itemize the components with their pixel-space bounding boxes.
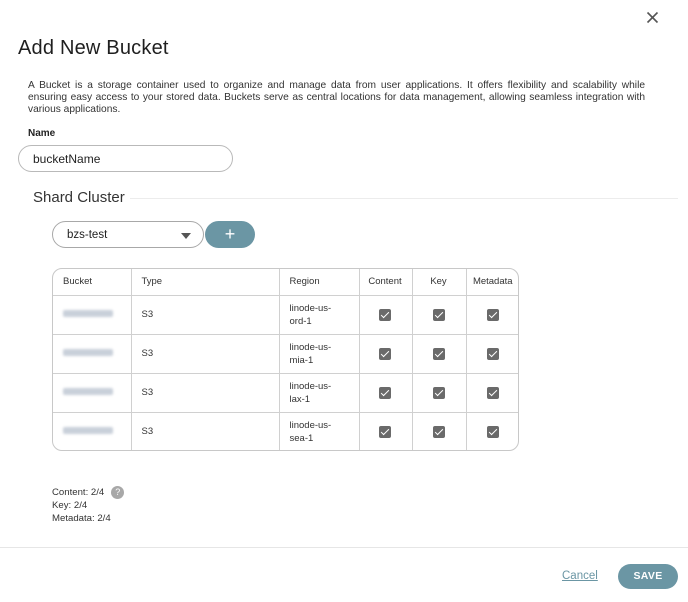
metadata-checkbox[interactable] (486, 386, 499, 399)
type-cell: S3 (131, 412, 280, 450)
content-checkbox[interactable] (379, 386, 391, 399)
chevron-down-icon (181, 233, 191, 239)
buckets-table: Bucket Type Region Content Key Metadata … (52, 268, 519, 451)
save-button[interactable]: SAVE (618, 564, 678, 589)
table-row: S3 linode-us-sea-1 (53, 412, 518, 450)
shard-cluster-title: Shard Cluster (33, 189, 125, 206)
table-row: S3 linode-us-ord-1 (53, 295, 518, 335)
metadata-checkbox[interactable] (486, 425, 499, 438)
region-cell: linode-us-sea-1 (289, 419, 332, 444)
plus-icon: + (224, 223, 236, 244)
shard-cluster-select[interactable]: bzs-test (52, 221, 204, 248)
key-checkbox[interactable] (432, 308, 445, 321)
type-cell: S3 (131, 334, 280, 374)
bucket-name-input[interactable] (18, 145, 233, 172)
type-cell: S3 (131, 373, 280, 413)
header-content: Content (359, 269, 413, 296)
dialog-description: A Bucket is a storage container used to … (28, 80, 645, 116)
key-checkbox[interactable] (432, 386, 445, 399)
add-cluster-button[interactable]: + (205, 221, 255, 248)
header-key: Key (412, 269, 467, 296)
type-cell: S3 (131, 295, 280, 335)
key-checkbox[interactable] (432, 347, 445, 360)
bucket-name-redacted (63, 349, 113, 356)
metadata-checkbox[interactable] (486, 308, 499, 321)
content-checkbox[interactable] (379, 425, 391, 438)
table-header-row: Bucket Type Region Content Key Metadata (53, 269, 518, 296)
cancel-button[interactable]: Cancel (562, 570, 598, 582)
content-checkbox[interactable] (379, 347, 391, 360)
header-region: Region (279, 269, 360, 296)
key-checkbox[interactable] (432, 425, 445, 438)
table-row: S3 linode-us-lax-1 (53, 373, 518, 413)
name-label: Name (28, 128, 56, 139)
bucket-name-redacted (63, 310, 113, 317)
help-icon[interactable]: ? (111, 486, 125, 499)
region-cell: linode-us-mia-1 (289, 341, 332, 366)
summary-content: Content: 2/4 (52, 487, 105, 499)
close-button[interactable] (644, 9, 662, 27)
dialog-title: Add New Bucket (18, 37, 169, 59)
header-metadata: Metadata (466, 269, 518, 296)
footer-divider (0, 547, 688, 548)
shard-cluster-value: bzs-test (67, 229, 108, 241)
section-divider (130, 198, 678, 199)
summary-content-line: Content: 2/4? (52, 486, 125, 499)
table-row: S3 linode-us-mia-1 (53, 334, 518, 374)
content-checkbox[interactable] (379, 308, 391, 321)
summary-key: Key: 2/4 (52, 500, 88, 512)
header-bucket: Bucket (53, 269, 132, 296)
replication-summary: Content: 2/4? Key: 2/4 Metadata: 2/4 (52, 486, 125, 525)
region-cell: linode-us-lax-1 (289, 380, 332, 405)
bucket-name-redacted (63, 388, 113, 395)
metadata-checkbox[interactable] (486, 347, 499, 360)
region-cell: linode-us-ord-1 (289, 302, 332, 327)
close-icon (646, 11, 659, 24)
summary-metadata: Metadata: 2/4 (52, 513, 111, 525)
header-type: Type (131, 269, 280, 296)
bucket-name-redacted (63, 427, 113, 435)
